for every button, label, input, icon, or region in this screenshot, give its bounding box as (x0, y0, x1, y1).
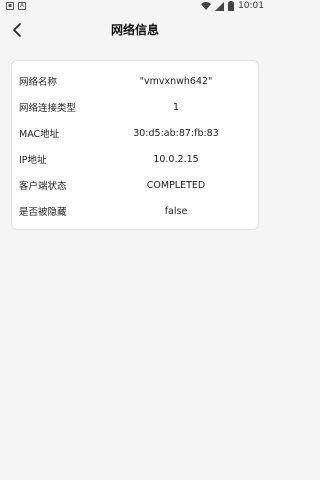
client-status-row: 客户端状态 COMPLETED (12, 175, 260, 195)
row-value: 1 (172, 101, 180, 113)
row-label: 网络连接类型 (19, 103, 77, 114)
row-value: 10.0.2.15 (153, 153, 199, 165)
row-label: 客户端状态 (19, 181, 67, 192)
android-icon: A (18, 2, 26, 10)
row-value: 30:d5:ab:87:fb:83 (133, 127, 219, 139)
row-label: 是否被隐藏 (19, 207, 67, 218)
row-value: "vmvxnwh642" (139, 75, 213, 87)
wifi-icon (201, 1, 212, 10)
hidden-ssid-row: 是否被隐藏 false (12, 201, 260, 221)
row-value: false (164, 205, 188, 217)
network-name-row: 网络名称 "vmvxnwh642" (12, 71, 260, 91)
mac-address-row: MAC地址 30:d5:ab:87:fb:83 (12, 123, 260, 143)
connection-type-row: 网络连接类型 1 (12, 97, 260, 117)
ip-address-row: IP地址 10.0.2.15 (12, 149, 260, 169)
page-title: 网络信息 (110, 23, 159, 37)
row-value: COMPLETED (146, 179, 206, 191)
row-label: 网络名称 (19, 77, 58, 88)
status-bar: ▪ A 10:01 (0, 0, 270, 14)
battery-icon (228, 1, 235, 11)
row-label: MAC地址 (19, 129, 60, 140)
network-info-card: 网络名称 "vmvxnwh642" 网络连接类型 1 MAC地址 30:d5:a… (11, 60, 259, 230)
row-label: IP地址 (19, 155, 47, 166)
status-time: 10:01 (238, 1, 264, 11)
app-bar: 网络信息 (0, 14, 270, 46)
signal-icon (215, 1, 225, 11)
notification-icon: ▪ (6, 2, 14, 10)
